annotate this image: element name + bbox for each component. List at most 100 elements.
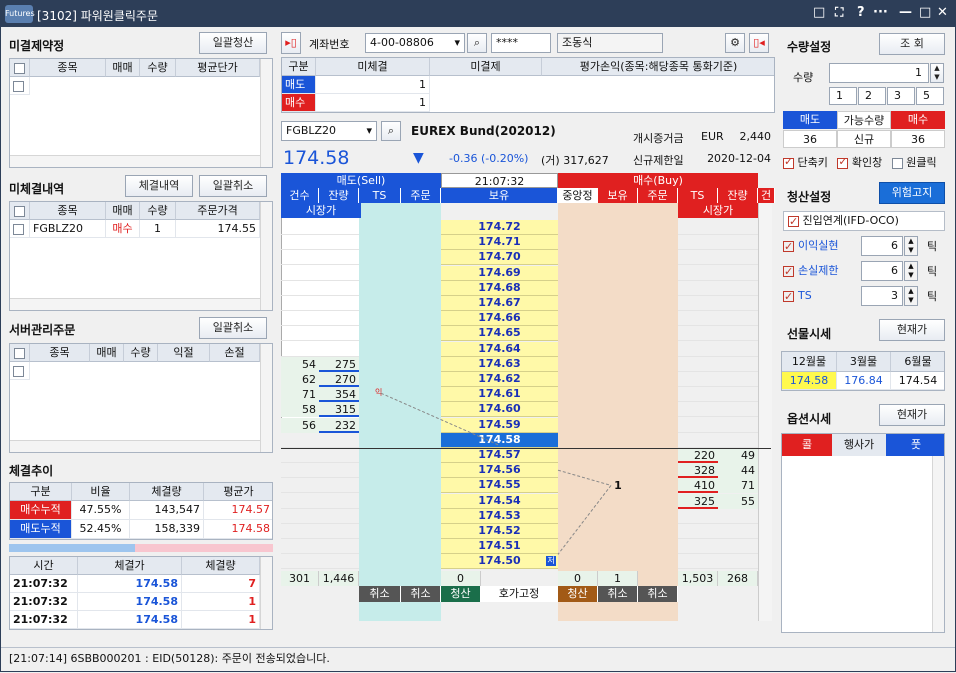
sell-market-button[interactable]: 시장가 <box>281 203 361 218</box>
price-level[interactable]: 174.68 <box>441 280 558 296</box>
sell-hold-total: 0 <box>441 570 481 586</box>
ifd-oco-checkbox[interactable] <box>788 213 799 231</box>
month-jun: 6월물 <box>891 352 944 372</box>
price-level[interactable]: 174.52 <box>441 524 558 539</box>
buy-header: 매수(Buy) <box>558 173 758 188</box>
ask-qty[interactable]: 354 <box>319 387 359 403</box>
price-level[interactable]: 174.60 <box>441 402 558 418</box>
options-table: 콜 행사가 풋 <box>781 433 945 633</box>
row-line <box>678 538 758 539</box>
book-col-header: TS <box>678 188 718 203</box>
book-col-header: 주문 <box>638 188 678 203</box>
price-level[interactable]: 174.61 <box>441 387 558 403</box>
row-line <box>678 355 758 357</box>
price-level[interactable]: 174.58 <box>441 432 558 448</box>
price-level[interactable]: 174.69 <box>441 265 558 281</box>
price-level[interactable]: 174.63 <box>441 356 558 372</box>
row-line <box>281 462 359 463</box>
price-level[interactable]: 174.72 <box>441 220 558 235</box>
check-icon: ✓ <box>784 239 794 253</box>
qty-preset-3[interactable]: 3 <box>887 87 915 105</box>
qty-input[interactable]: 1 <box>829 63 929 83</box>
avail-buy-value: 36 <box>891 130 945 148</box>
settle-stepper[interactable]: ▲ ▼ <box>904 261 918 281</box>
low-marker: 저 <box>546 556 556 567</box>
cancel-button[interactable]: 취소 <box>638 585 678 602</box>
qty-stepper[interactable]: ▲ ▼ <box>930 63 944 83</box>
avail-sell-header: 매도 <box>783 111 837 129</box>
price-level[interactable]: 174.70 <box>441 250 558 266</box>
avail-buy-header: 매수 <box>891 111 945 129</box>
cancel-button[interactable]: 취소 <box>401 585 441 602</box>
vertical-scrollbar[interactable] <box>932 456 944 632</box>
price-level[interactable]: 174.55 <box>441 478 558 494</box>
row-line <box>281 340 359 342</box>
settle-ticks-input[interactable]: 3 <box>861 286 903 306</box>
ask-qty[interactable]: 275 <box>319 356 359 372</box>
settle-button[interactable]: 청산 <box>558 585 598 602</box>
row-line <box>281 538 359 539</box>
cancel-button[interactable]: 취소 <box>359 585 401 602</box>
settle-checkbox[interactable]: ✓ <box>783 265 794 278</box>
price-level[interactable]: 174.54 <box>441 493 558 509</box>
settle-ticks-input[interactable]: 6 <box>861 236 903 256</box>
hotkey-checkbox[interactable] <box>783 155 794 169</box>
settle-button[interactable]: 청산 <box>441 585 481 602</box>
price-level[interactable]: 174.71 <box>441 235 558 251</box>
query-button[interactable]: 조 회 <box>879 33 945 55</box>
settle-checkbox[interactable]: ✓ <box>783 290 794 303</box>
row-line <box>678 264 758 266</box>
row-line <box>281 264 359 266</box>
risk-notice-button[interactable]: 위험고지 <box>879 182 945 204</box>
price-level[interactable]: 174.50 <box>441 554 558 570</box>
check-icon: ✓ <box>784 264 794 278</box>
oneclick-checkbox[interactable] <box>891 157 903 169</box>
price-level[interactable]: 174.66 <box>441 311 558 327</box>
confirm-checkbox[interactable] <box>837 155 849 169</box>
settle-stepper[interactable]: ▲ ▼ <box>904 286 918 306</box>
price-level[interactable]: 174.56 <box>441 463 558 479</box>
settle-checkbox[interactable]: ✓ <box>783 240 794 253</box>
row-line <box>678 234 758 235</box>
vertical-scrollbar[interactable] <box>758 203 772 621</box>
options-current-button[interactable]: 현재가 <box>879 404 945 426</box>
cancel-button[interactable]: 취소 <box>598 585 638 602</box>
price-jun[interactable]: 174.54 <box>891 372 944 390</box>
price-dec[interactable]: 174.58 <box>782 372 837 390</box>
strike-header: 행사가 <box>832 434 886 456</box>
month-dec: 12월물 <box>782 352 837 372</box>
price-level[interactable]: 174.51 <box>441 539 558 555</box>
row-line <box>678 401 758 403</box>
bid-qty[interactable]: 220 <box>678 448 718 463</box>
price-level[interactable]: 174.53 <box>441 508 558 524</box>
price-level[interactable]: 174.59 <box>441 417 558 433</box>
price-level[interactable]: 174.62 <box>441 372 558 387</box>
price-lock-button[interactable]: 호가고정 <box>481 585 558 602</box>
price-level[interactable]: 174.57 <box>441 448 558 463</box>
month-mar: 3월물 <box>837 352 891 372</box>
book-time: 21:07:32 <box>441 173 558 188</box>
ask-qty[interactable]: 270 <box>319 372 359 387</box>
price-mar[interactable]: 176.84 <box>837 372 891 390</box>
price-level[interactable]: 174.65 <box>441 326 558 342</box>
row-line <box>678 522 758 524</box>
oneclick-label: 원클릭 <box>906 156 937 169</box>
ask-qty[interactable]: 232 <box>319 417 359 433</box>
buy-market-button[interactable]: 시장가 <box>678 203 758 218</box>
bid-qty[interactable]: 328 <box>678 463 718 479</box>
row-line <box>678 431 758 433</box>
price-level[interactable]: 174.64 <box>441 341 558 357</box>
bid-qty[interactable]: 410 <box>678 478 718 494</box>
qty-preset-2[interactable]: 2 <box>858 87 886 105</box>
book-col-header[interactable]: 중앙정렬 <box>558 188 598 217</box>
settle-ticks-input[interactable]: 6 <box>861 261 903 281</box>
ask-qty[interactable]: 315 <box>319 402 359 418</box>
price-level[interactable]: 174.67 <box>441 296 558 311</box>
qty-preset-5[interactable]: 5 <box>916 87 944 105</box>
qty-preset-1[interactable]: 1 <box>829 87 857 105</box>
futures-current-button[interactable]: 현재가 <box>879 319 945 341</box>
bid-qty[interactable]: 325 <box>678 493 718 509</box>
settle-stepper[interactable]: ▲ ▼ <box>904 236 918 256</box>
buy-order-qty[interactable]: 1 <box>598 478 638 493</box>
ask-count: 56 <box>281 417 319 433</box>
